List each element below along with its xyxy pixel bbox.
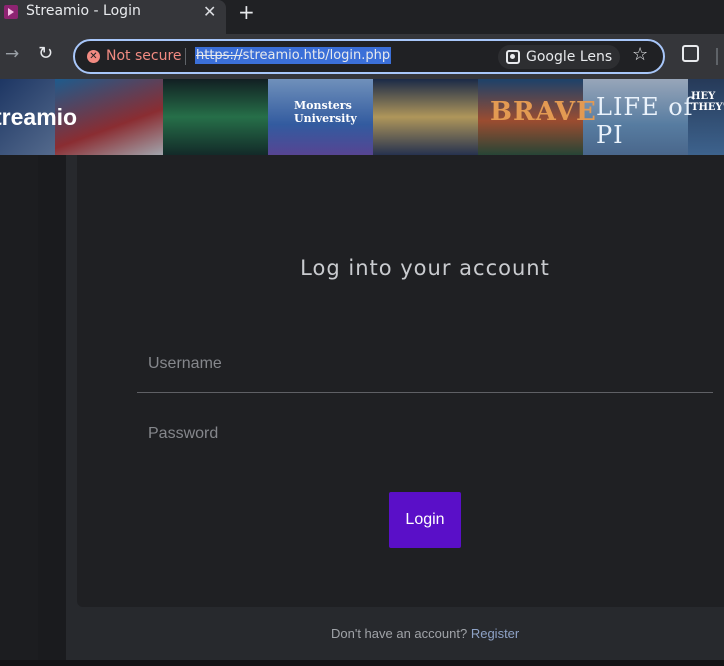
- poster-monsters-text: Monsters University: [294, 99, 357, 125]
- left-rail-inner: [38, 155, 66, 660]
- url-text[interactable]: https://streamio.htb/login.php: [195, 47, 392, 64]
- url-scheme: https://: [196, 48, 243, 63]
- poster-hey-text: HEY THEY'RE: [691, 91, 724, 113]
- site-title[interactable]: treamio: [0, 104, 77, 131]
- register-prompt: Don't have an account? Register: [331, 626, 519, 641]
- tab-title: Streamio - Login: [26, 3, 141, 19]
- forward-arrow-icon[interactable]: →: [5, 44, 19, 64]
- password-field-wrapper: [137, 405, 713, 463]
- tab-strip: Streamio - Login ✕ +: [0, 0, 724, 34]
- extensions-icon[interactable]: [682, 45, 699, 62]
- login-heading: Log into your account: [300, 256, 550, 280]
- login-card: Log into your account Login: [77, 155, 724, 607]
- new-tab-button[interactable]: +: [238, 0, 255, 24]
- url-path: streamio.htb/login.php: [242, 48, 391, 63]
- reload-icon[interactable]: ↻: [38, 43, 53, 64]
- not-secure-label[interactable]: Not secure: [106, 48, 182, 64]
- tab-close-icon[interactable]: ✕: [203, 2, 216, 21]
- favicon-icon: [4, 5, 18, 19]
- poster-image: [373, 79, 478, 155]
- poster-brave-text: BRAVE: [490, 97, 597, 127]
- not-secure-icon[interactable]: ✕: [87, 50, 100, 63]
- password-input[interactable]: [137, 405, 713, 463]
- site-banner: Monsters University BRAVE LIFE of PI HEY…: [0, 79, 724, 155]
- google-lens-label: Google Lens: [526, 49, 613, 65]
- browser-toolbar: → ↻ ✕ Not secure https://streamio.htb/lo…: [0, 34, 724, 79]
- poster-image: [163, 79, 268, 155]
- bottom-bar: [0, 660, 724, 666]
- address-separator: [185, 48, 186, 65]
- register-prompt-text: Don't have an account?: [331, 626, 468, 641]
- register-link[interactable]: Register: [471, 626, 519, 641]
- google-lens-icon: [506, 50, 520, 64]
- address-bar[interactable]: ✕ Not secure https://streamio.htb/login.…: [73, 39, 665, 74]
- toolbar-divider: [716, 48, 718, 65]
- google-lens-button[interactable]: Google Lens: [498, 45, 621, 69]
- bookmark-star-icon[interactable]: ☆: [632, 44, 648, 65]
- username-input[interactable]: [137, 335, 713, 392]
- tab-streamio-login[interactable]: Streamio - Login ✕: [0, 0, 226, 34]
- login-button[interactable]: Login: [389, 492, 461, 548]
- username-field-wrapper: [137, 335, 713, 393]
- left-rail: [0, 155, 38, 660]
